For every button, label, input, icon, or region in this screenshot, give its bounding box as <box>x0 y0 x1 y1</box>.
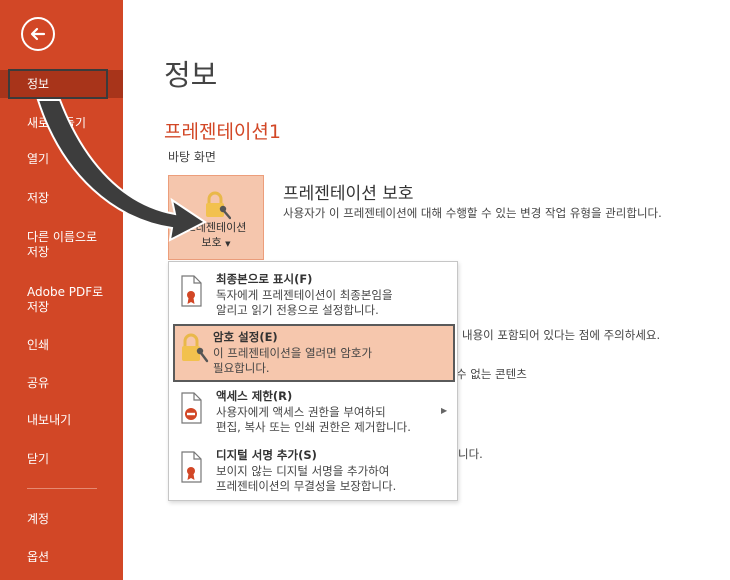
document-title: 프레젠테이션1 <box>164 121 281 143</box>
document-signature-icon <box>181 451 202 483</box>
background-text-line1: 내용이 포함되어 있다는 점에 주의하세요. <box>462 328 661 342</box>
lock-key-icon <box>182 333 209 363</box>
protect-button-label-line2: 보호 ▼ <box>201 236 231 249</box>
page-title: 정보 <box>164 58 218 92</box>
sidebar-item-save[interactable]: 저장 <box>0 191 123 206</box>
background-text-line2: 수 없는 콘텐츠 <box>456 367 527 381</box>
document-location: 바탕 화면 <box>168 150 216 164</box>
sidebar-divider <box>27 488 97 489</box>
protect-button-label-line1: 프레젠테이션 <box>185 221 247 234</box>
protect-dropdown-menu: 최종본으로 표시(F) 독자에게 프레젠테이션이 최종본임을 알리고 읽기 전용… <box>168 261 458 501</box>
sidebar-item-close[interactable]: 닫기 <box>0 452 123 467</box>
back-arrow-icon <box>30 27 46 41</box>
menu-item-mark-as-final[interactable]: 최종본으로 표시(F) 독자에게 프레젠테이션이 최종본임을 알리고 읽기 전용… <box>171 266 456 323</box>
menu-item-add-digital-signature[interactable]: 디지털 서명 추가(S) 보이지 않는 디지털 서명을 추가하여 프레젠테이션의… <box>171 442 456 499</box>
info-highlight-box <box>8 69 108 99</box>
sidebar-item-print[interactable]: 인쇄 <box>0 338 123 353</box>
backstage-sidebar: 정보 새로 만들기 열기 저장 다른 이름으로 저장 Adobe PDF로 저장… <box>0 0 123 580</box>
submenu-arrow-icon: ▶ <box>441 406 448 415</box>
menu-item-restrict-access[interactable]: 액세스 제한(R) 사용자에게 액세스 권한을 부여하되 편집, 복사 또는 인… <box>171 383 456 440</box>
sidebar-item-account[interactable]: 계정 <box>0 512 123 527</box>
sidebar-item-open[interactable]: 열기 <box>0 152 123 167</box>
document-restrict-icon <box>181 392 202 424</box>
menu-item-title: 디지털 서명 추가(S) <box>216 448 317 462</box>
lock-key-icon <box>206 191 231 220</box>
sidebar-item-options[interactable]: 옵션 <box>0 550 123 565</box>
dropdown-caret-icon: ▼ <box>225 240 231 248</box>
protect-heading: 프레젠테이션 보호 <box>283 184 414 204</box>
sidebar-item-share[interactable]: 공유 <box>0 376 123 391</box>
menu-item-title: 액세스 제한(R) <box>216 389 293 403</box>
sidebar-item-save-as[interactable]: 다른 이름으로 저장 <box>0 230 123 260</box>
sidebar-item-save-adobe-pdf[interactable]: Adobe PDF로 저장 <box>0 285 123 315</box>
background-text-line3: 니다. <box>458 447 483 461</box>
document-ribbon-icon <box>181 275 202 307</box>
sidebar-item-export[interactable]: 내보내기 <box>0 413 123 428</box>
back-button[interactable] <box>21 17 55 51</box>
menu-item-encrypt-with-password[interactable]: 암호 설정(E) 이 프레젠테이션을 열려면 암호가 필요합니다. <box>173 324 455 382</box>
sidebar-item-new[interactable]: 새로 만들기 <box>0 116 123 131</box>
menu-item-title: 최종본으로 표시(F) <box>216 272 313 286</box>
protect-description: 사용자가 이 프레젠테이션에 대해 수행할 수 있는 변경 작업 유형을 관리합… <box>283 206 662 220</box>
menu-item-title: 암호 설정(E) <box>213 330 278 344</box>
protect-presentation-button[interactable]: 프레젠테이션 보호 ▼ <box>168 175 264 260</box>
